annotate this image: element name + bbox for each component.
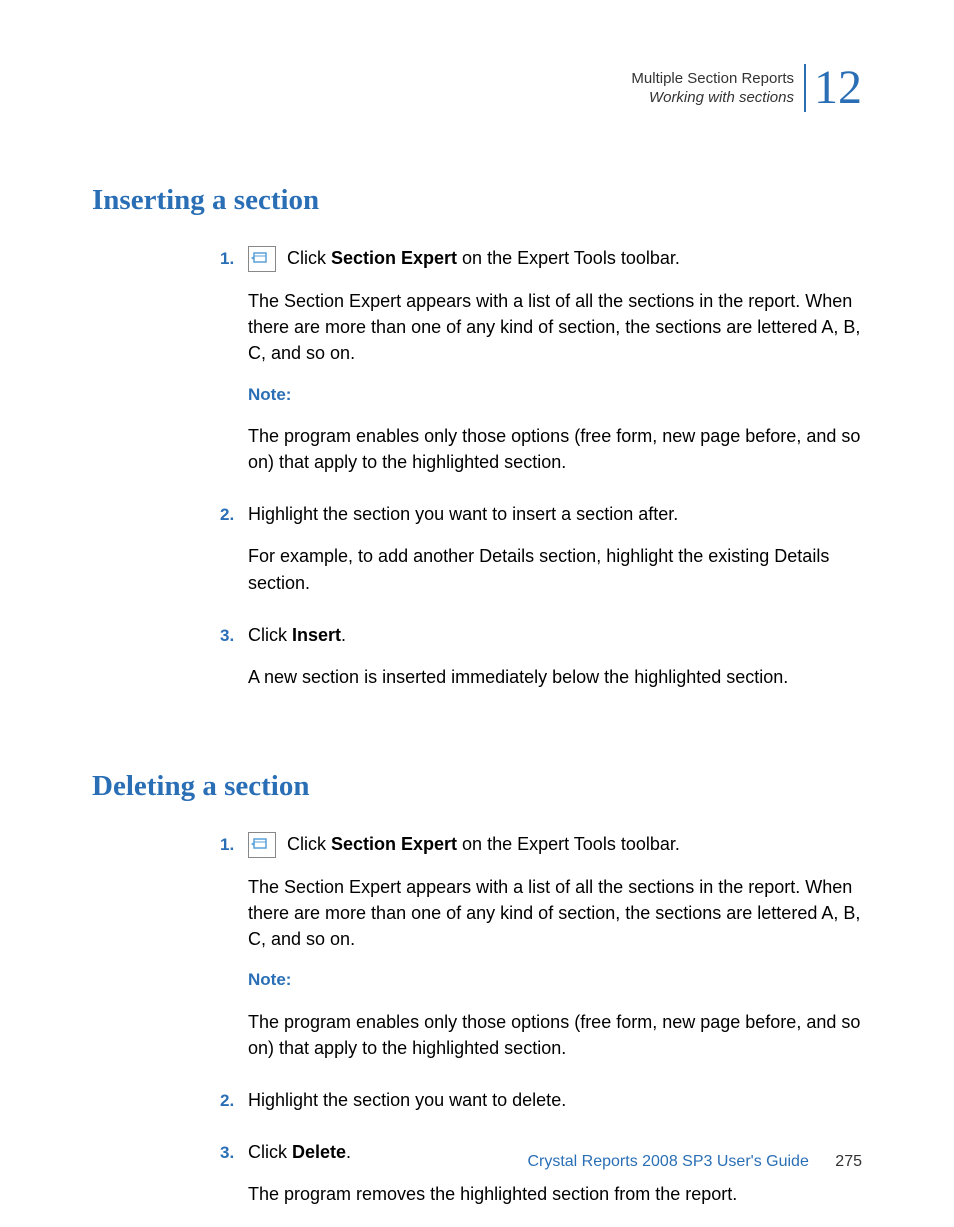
step-number: 2.	[220, 1087, 248, 1114]
step1-para2: The Section Expert appears with a list o…	[248, 288, 862, 366]
step1-text-after: on the Expert Tools toolbar.	[457, 248, 680, 268]
step-number: 3.	[220, 1139, 248, 1166]
breadcrumb-bottom: Working with sections	[631, 88, 794, 108]
step1-text-after: on the Expert Tools toolbar.	[457, 834, 680, 854]
page-header: Multiple Section Reports Working with se…	[92, 64, 862, 112]
step3-text-after: .	[341, 625, 346, 645]
footer-guide: Crystal Reports 2008 SP3 User's Guide	[527, 1153, 808, 1170]
step-number: 1.	[220, 245, 248, 272]
step3-para2: A new section is inserted immediately be…	[248, 664, 862, 690]
step1-text-before: Click	[282, 834, 331, 854]
step-1: 1. Click Section Expert on the Expert To…	[220, 245, 862, 491]
note-label: Note:	[248, 383, 862, 408]
inserting-steps: 1. Click Section Expert on the Expert To…	[220, 245, 862, 706]
chapter-number: 12	[804, 64, 862, 112]
step-2: 2. Highlight the section you want to ins…	[220, 501, 862, 611]
step3-text-after: .	[346, 1142, 351, 1162]
section-expert-icon	[248, 246, 276, 272]
step-number: 2.	[220, 501, 248, 528]
step-3: 3. Click Insert. A new section is insert…	[220, 622, 862, 706]
step2-text: Highlight the section you want to delete…	[248, 1087, 862, 1113]
step3-bold: Insert	[292, 625, 341, 645]
step3-text-before: Click	[248, 1142, 292, 1162]
step-number: 1.	[220, 831, 248, 858]
step-3: 3. Click Delete. The program removes the…	[220, 1139, 862, 1223]
step-2: 2. Highlight the section you want to del…	[220, 1087, 862, 1129]
step-1: 1. Click Section Expert on the Expert To…	[220, 831, 862, 1077]
step-number: 3.	[220, 622, 248, 649]
breadcrumb-top: Multiple Section Reports	[631, 69, 794, 89]
step2-text: Highlight the section you want to insert…	[248, 501, 862, 527]
step1-bold: Section Expert	[331, 248, 457, 268]
note-label: Note:	[248, 968, 862, 993]
step1-para2: The Section Expert appears with a list o…	[248, 874, 862, 952]
page-footer: Crystal Reports 2008 SP3 User's Guide 27…	[527, 1153, 862, 1171]
step3-para2: The program removes the highlighted sect…	[248, 1181, 862, 1207]
heading-inserting-section: Inserting a section	[92, 184, 862, 217]
step3-bold: Delete	[292, 1142, 346, 1162]
footer-page-number: 275	[835, 1153, 862, 1170]
step3-text-before: Click	[248, 625, 292, 645]
step1-text-before: Click	[282, 248, 331, 268]
note-text: The program enables only those options (…	[248, 1009, 862, 1061]
step1-bold: Section Expert	[331, 834, 457, 854]
step2-para2: For example, to add another Details sect…	[248, 543, 862, 595]
note-text: The program enables only those options (…	[248, 423, 862, 475]
heading-deleting-section: Deleting a section	[92, 770, 862, 803]
section-expert-icon	[248, 832, 276, 858]
